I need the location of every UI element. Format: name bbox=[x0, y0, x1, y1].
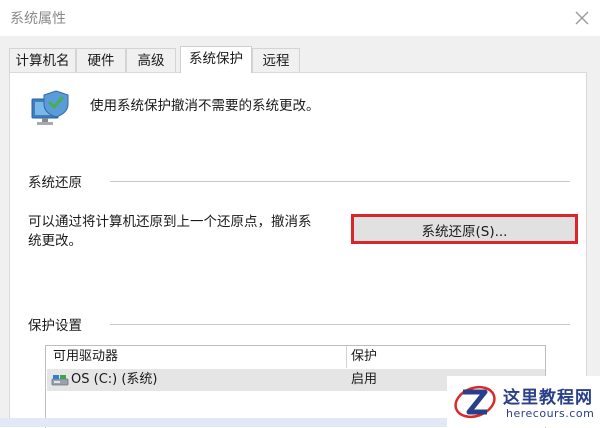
restore-group-title: 系统还原 bbox=[28, 171, 90, 191]
watermark-title: 这里教程网 bbox=[503, 388, 593, 408]
protection-group-divider bbox=[110, 324, 570, 325]
window-title: 系统属性 bbox=[10, 11, 66, 27]
protection-group-title: 保护设置 bbox=[28, 314, 90, 334]
intro-text: 使用系统保护撤消不需要的系统更改。 bbox=[90, 98, 320, 114]
tab-remote[interactable]: 远程 bbox=[252, 48, 300, 72]
system-protection-icon bbox=[31, 90, 69, 125]
restore-group-divider bbox=[110, 181, 570, 182]
z-logo bbox=[454, 385, 496, 419]
system-restore-button[interactable]: 系统还原(S)... bbox=[351, 214, 578, 244]
close-icon bbox=[575, 11, 589, 25]
column-separator[interactable] bbox=[346, 346, 347, 368]
dialog-client-area: 计算机名 硬件 高级 系统保护 远程 使用系统保护撤消不需要的系统更改。 系统还… bbox=[0, 36, 600, 428]
drive-icon bbox=[51, 375, 69, 386]
watermark: 这里教程网 herecours.com bbox=[447, 376, 600, 427]
watermark-url: herecours.com bbox=[506, 407, 595, 420]
column-header-drive[interactable]: 可用驱动器 bbox=[53, 346, 118, 368]
drive-name: OS (C:) (系统) bbox=[71, 372, 158, 387]
tab-panel-system-protection: 使用系统保护撤消不需要的系统更改。 系统还原 可以通过将计算机还原到上一个还原点… bbox=[9, 72, 587, 428]
drive-protection-status: 启用 bbox=[351, 372, 378, 387]
bottom-strip bbox=[0, 418, 447, 427]
restore-description-line2: 统更改。 bbox=[28, 233, 82, 249]
tab-computer-name[interactable]: 计算机名 bbox=[9, 48, 76, 72]
system-restore-button-label: 系统还原(S)... bbox=[421, 223, 508, 240]
close-button[interactable] bbox=[568, 4, 596, 32]
tab-hardware[interactable]: 硬件 bbox=[76, 48, 126, 72]
restore-description: 可以通过将计算机还原到上一个还原点，撤消系 统更改。 bbox=[28, 213, 350, 251]
restore-description-line1: 可以通过将计算机还原到上一个还原点，撤消系 bbox=[28, 214, 312, 230]
tab-advanced[interactable]: 高级 bbox=[126, 48, 176, 72]
title-bar: 系统属性 bbox=[0, 0, 600, 36]
tab-system-protection[interactable]: 系统保护 bbox=[180, 46, 252, 73]
column-header-protection[interactable]: 保护 bbox=[351, 346, 377, 368]
